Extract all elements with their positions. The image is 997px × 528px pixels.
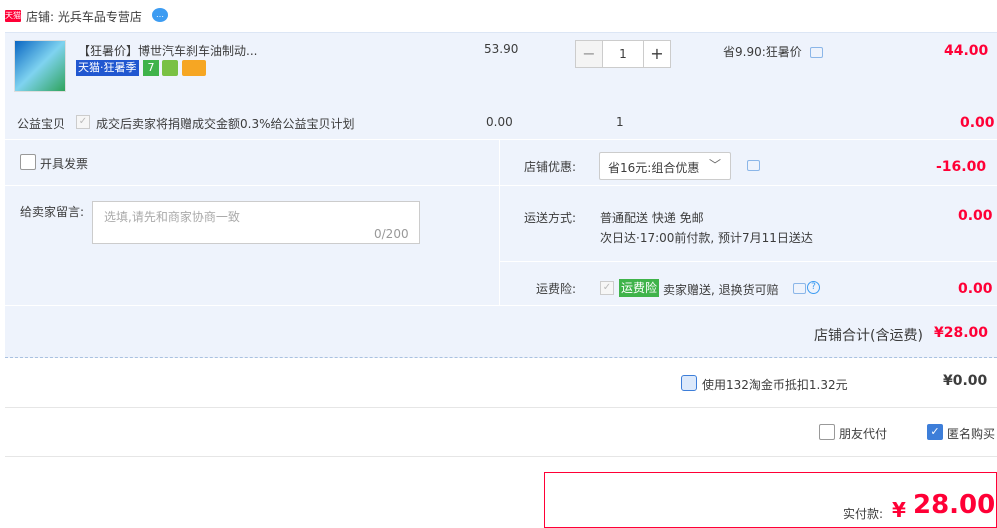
guarantee-icon	[162, 60, 178, 76]
tmall-promo-tag: 天猫·狂暑季	[76, 60, 139, 76]
product-title[interactable]: 【狂暑价】博世汽车刹车油制动...	[78, 42, 257, 59]
pay-label: 实付款:	[843, 507, 884, 521]
divider	[500, 261, 997, 262]
item-total: 44.00	[944, 43, 989, 59]
shipping-value: 0.00	[958, 208, 993, 224]
chat-bubble-icon[interactable]	[747, 160, 760, 171]
charity-price: 0.00	[486, 115, 513, 129]
divider	[5, 456, 997, 457]
coupon-selected: 省16元:组合优惠	[608, 161, 700, 175]
subtotal-label: 店铺合计(含运费)	[814, 328, 923, 344]
saving-text: 省9.90:狂暑价	[723, 45, 802, 59]
coin-value: ¥0.00	[943, 373, 988, 389]
coupon-label: 店铺优惠:	[524, 160, 577, 174]
pay-currency: ¥	[892, 498, 906, 522]
memo-placeholder: 选填,请先和商家协商一致	[104, 210, 240, 224]
shipping-method: 普通配送 快递 免邮	[600, 211, 704, 225]
subtotal-value: ¥28.00	[934, 325, 989, 341]
friend-pay-label[interactable]: 朋友代付	[839, 425, 887, 442]
insurance-text: 卖家赠送, 退换货可赔	[663, 283, 779, 297]
shipping-eta: 次日达·17:00前付款, 预计7月11日送达	[600, 231, 813, 245]
unit-price: 53.90	[484, 42, 519, 56]
divider	[500, 185, 997, 186]
anonymous-label[interactable]: 匿名购买	[947, 425, 995, 442]
coin-text[interactable]: 使用132淘金币抵扣1.32元	[702, 376, 848, 393]
divider	[5, 185, 499, 186]
insurance-checkbox: ✓	[600, 281, 614, 295]
credit-card-icon	[182, 60, 206, 76]
charity-qty: 1	[616, 115, 624, 129]
divider	[5, 407, 997, 408]
chat-icon[interactable]: …	[152, 8, 168, 22]
product-thumbnail[interactable]	[14, 40, 66, 92]
help-icon[interactable]: ?	[807, 281, 820, 294]
coupon-value: -16.00	[936, 159, 987, 175]
pay-amount: 28.00	[913, 490, 996, 520]
increase-button[interactable]: +	[643, 40, 671, 68]
memo-label: 给卖家留言:	[20, 205, 85, 219]
decrease-button[interactable]: −	[575, 40, 603, 68]
memo-char-count: 0/200	[374, 227, 409, 241]
anonymous-checkbox[interactable]: ✓	[927, 424, 943, 440]
tmall-logo: 天猫	[5, 10, 21, 22]
insurance-value: 0.00	[958, 281, 993, 297]
invoice-label[interactable]: 开具发票	[40, 155, 88, 172]
charity-checkbox: ✓	[76, 115, 90, 129]
coin-checkbox[interactable]	[681, 375, 697, 391]
seven-day-return-icon: 7	[143, 60, 159, 76]
shop-name[interactable]: 店铺: 光兵车品专营店	[26, 8, 142, 25]
insurance-tag: 运费险	[619, 279, 660, 297]
friend-pay-checkbox[interactable]	[819, 424, 835, 440]
chevron-down-icon: ﹀	[709, 158, 722, 172]
charity-label: 公益宝贝	[17, 117, 66, 131]
quantity-stepper: − 1 +	[575, 40, 671, 68]
charity-total: 0.00	[960, 115, 995, 131]
chat-bubble-icon[interactable]	[793, 283, 806, 294]
chat-bubble-icon[interactable]	[810, 47, 823, 58]
invoice-checkbox[interactable]	[20, 154, 36, 170]
charity-text: 成交后卖家将捐赠成交金额0.3%给公益宝贝计划	[96, 117, 355, 131]
insurance-label: 运费险:	[536, 282, 577, 296]
shipping-label: 运送方式:	[524, 211, 577, 225]
quantity-input[interactable]: 1	[603, 40, 643, 68]
